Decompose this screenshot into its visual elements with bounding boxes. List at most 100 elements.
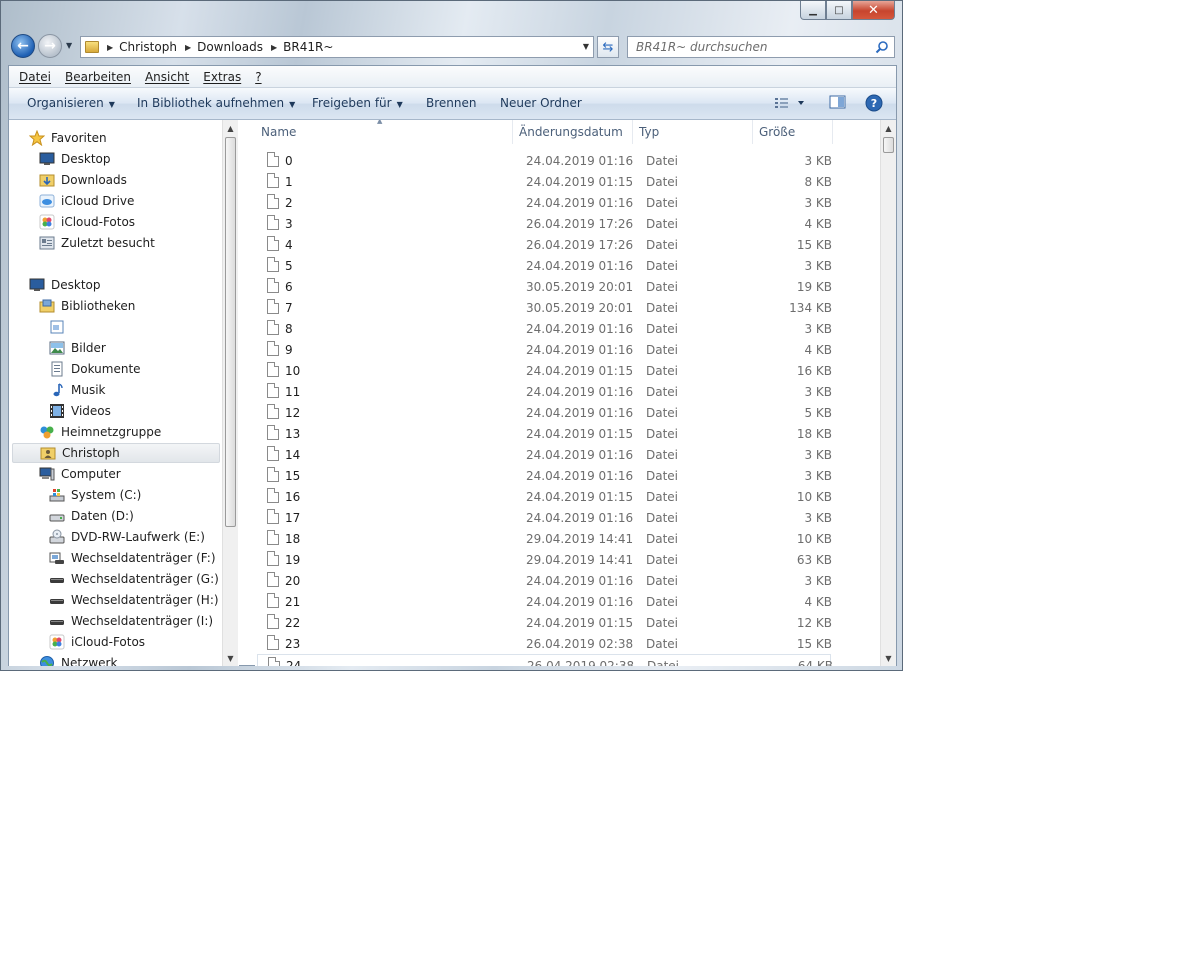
- file-row[interactable]: 1 24.04.2019 01:15 Datei 8 KB: [257, 171, 877, 192]
- sidebar-item-homegroup[interactable]: Heimnetzgruppe: [39, 422, 161, 442]
- file-row[interactable]: 0 24.04.2019 01:16 Datei 3 KB: [257, 150, 877, 171]
- menu-ansicht[interactable]: Ansicht: [145, 70, 189, 84]
- address-history-dropdown[interactable]: ▼: [583, 42, 589, 51]
- column-header-name[interactable]: ▲ Name: [255, 120, 513, 144]
- sidebar-item-icloud-photos[interactable]: iCloud-Fotos: [39, 212, 135, 232]
- sidebar-item-music[interactable]: Musik: [49, 380, 106, 400]
- scroll-down-arrow[interactable]: ▼: [881, 650, 896, 666]
- file-row[interactable]: 13 24.04.2019 01:15 Datei 18 KB: [257, 423, 877, 444]
- new-folder-button[interactable]: Neuer Ordner: [500, 96, 582, 110]
- file-row[interactable]: 22 24.04.2019 01:15 Datei 12 KB: [257, 612, 877, 633]
- file-row[interactable]: 5 24.04.2019 01:16 Datei 3 KB: [257, 255, 877, 276]
- menu-extras[interactable]: Extras: [203, 70, 241, 84]
- file-row[interactable]: 20 24.04.2019 01:16 Datei 3 KB: [257, 570, 877, 591]
- file-row[interactable]: 17 24.04.2019 01:16 Datei 3 KB: [257, 507, 877, 528]
- folder-icon: [85, 41, 99, 53]
- file-row[interactable]: 21 24.04.2019 01:16 Datei 4 KB: [257, 591, 877, 612]
- sidebar-item-desktop[interactable]: Desktop: [29, 275, 101, 295]
- column-header-size[interactable]: Größe: [753, 120, 833, 144]
- back-button[interactable]: ←: [11, 34, 35, 58]
- sidebar-item-drive-g[interactable]: Wechseldatenträger (G:): [49, 569, 219, 589]
- file-name: 22: [285, 616, 301, 630]
- search-input[interactable]: [628, 37, 884, 57]
- sidebar-item-recent-places[interactable]: Zuletzt besucht: [39, 233, 155, 253]
- column-header-date[interactable]: Änderungsdatum: [513, 120, 633, 144]
- sidebar-item-downloads[interactable]: Downloads: [39, 170, 127, 190]
- sidebar-item-libraries[interactable]: Bibliotheken: [39, 296, 135, 316]
- file-row[interactable]: 16 24.04.2019 01:15 Datei 10 KB: [257, 486, 877, 507]
- file-list-scrollbar[interactable]: ▲ ▼: [880, 120, 896, 666]
- burn-button[interactable]: Brennen: [426, 96, 476, 110]
- file-row[interactable]: 10 24.04.2019 01:15 Datei 16 KB: [257, 360, 877, 381]
- sidebar-item-icloud-drive[interactable]: iCloud Drive: [39, 191, 134, 211]
- file-type: Datei: [646, 637, 679, 651]
- file-name: 8: [285, 322, 293, 336]
- menu-datei[interactable]: Datei: [19, 70, 51, 84]
- breadcrumb-downloads[interactable]: Downloads: [197, 40, 263, 54]
- scroll-up-arrow[interactable]: ▲: [223, 120, 238, 136]
- file-row[interactable]: 23 26.04.2019 02:38 Datei 15 KB: [257, 633, 877, 654]
- sidebar-item-christoph[interactable]: Christoph: [12, 443, 220, 463]
- file-row[interactable]: 6 30.05.2019 20:01 Datei 19 KB: [257, 276, 877, 297]
- scroll-down-arrow[interactable]: ▼: [223, 650, 238, 666]
- recent-pages-dropdown[interactable]: ▼: [66, 41, 72, 50]
- minimize-button[interactable]: ▁: [800, 1, 826, 20]
- file-row[interactable]: 3 26.04.2019 17:26 Datei 4 KB: [257, 213, 877, 234]
- maximize-button[interactable]: □: [826, 1, 852, 20]
- menu-help[interactable]: ?: [255, 70, 261, 84]
- search-icon[interactable]: [875, 40, 889, 54]
- forward-button[interactable]: →: [38, 34, 62, 58]
- include-in-library-button[interactable]: In Bibliothek aufnehmen ▼: [137, 96, 295, 110]
- sidebar-item-favorites[interactable]: Favoriten: [29, 128, 107, 148]
- sidebar-item-library-unnamed[interactable]: [49, 317, 71, 337]
- address-bar[interactable]: ▶ Christoph ▶ Downloads ▶ BR41R~ ▼: [80, 36, 594, 58]
- sidebar-item-drive-i[interactable]: Wechseldatenträger (I:): [49, 611, 213, 631]
- file-row[interactable]: 7 30.05.2019 20:01 Datei 134 KB: [257, 297, 877, 318]
- sidebar-item-documents[interactable]: Dokumente: [49, 359, 141, 379]
- sidebar-item-pictures[interactable]: Bilder: [49, 338, 106, 358]
- file-row[interactable]: 4 26.04.2019 17:26 Datei 15 KB: [257, 234, 877, 255]
- help-button[interactable]: ?: [865, 94, 883, 115]
- file-type: Datei: [646, 385, 679, 399]
- chevron-right-icon[interactable]: ▶: [271, 43, 277, 52]
- file-row[interactable]: 12 24.04.2019 01:16 Datei 5 KB: [257, 402, 877, 423]
- file-row[interactable]: 2 24.04.2019 01:16 Datei 3 KB: [257, 192, 877, 213]
- file-row[interactable]: 14 24.04.2019 01:16 Datei 3 KB: [257, 444, 877, 465]
- file-row[interactable]: 24 26.04.2019 02:38 Datei 64 KB: [257, 654, 833, 666]
- navigation-row: ← → ▼ ▶ Christoph ▶ Downloads ▶ BR41R~ ▼…: [1, 31, 902, 63]
- file-row[interactable]: 8 24.04.2019 01:16 Datei 3 KB: [257, 318, 877, 339]
- chevron-right-icon[interactable]: ▶: [185, 43, 191, 52]
- view-options-button[interactable]: [774, 96, 804, 113]
- file-row[interactable]: 9 24.04.2019 01:16 Datei 4 KB: [257, 339, 877, 360]
- navigation-pane-scrollbar[interactable]: ▲ ▼: [222, 120, 238, 666]
- sidebar-item-network[interactable]: Netzwerk: [39, 653, 117, 666]
- sidebar-item-desktop-fav[interactable]: Desktop: [39, 149, 111, 169]
- arrow-right-icon: →: [44, 38, 56, 54]
- close-button[interactable]: ✕: [852, 1, 895, 20]
- sidebar-item-icloud-photos-drive[interactable]: iCloud-Fotos: [49, 632, 145, 652]
- menu-bearbeiten[interactable]: Bearbeiten: [65, 70, 131, 84]
- refresh-button[interactable]: ⇆: [597, 36, 619, 58]
- scrollbar-thumb[interactable]: [883, 137, 894, 153]
- chevron-right-icon[interactable]: ▶: [107, 43, 113, 52]
- scroll-up-arrow[interactable]: ▲: [881, 120, 896, 136]
- sidebar-item-drive-f[interactable]: Wechseldatenträger (F:): [49, 548, 216, 568]
- file-row[interactable]: 11 24.04.2019 01:16 Datei 3 KB: [257, 381, 877, 402]
- scrollbar-thumb[interactable]: [225, 137, 236, 527]
- sidebar-item-drive-e[interactable]: DVD-RW-Laufwerk (E:): [49, 527, 205, 547]
- breadcrumb-christoph[interactable]: Christoph: [119, 40, 177, 54]
- sidebar-item-drive-d[interactable]: Daten (D:): [49, 506, 134, 526]
- column-header-type[interactable]: Typ: [633, 120, 753, 144]
- organize-button[interactable]: Organisieren ▼: [27, 96, 115, 110]
- file-row[interactable]: 19 29.04.2019 14:41 Datei 63 KB: [257, 549, 877, 570]
- file-row[interactable]: 15 24.04.2019 01:16 Datei 3 KB: [257, 465, 877, 486]
- preview-pane-button[interactable]: [829, 94, 847, 113]
- file-icon: [267, 446, 279, 461]
- share-with-button[interactable]: Freigeben für ▼: [312, 96, 403, 110]
- breadcrumb-br41r[interactable]: BR41R~: [283, 40, 333, 54]
- sidebar-item-videos[interactable]: Videos: [49, 401, 111, 421]
- sidebar-item-drive-c[interactable]: System (C:): [49, 485, 141, 505]
- sidebar-item-drive-h[interactable]: Wechseldatenträger (H:): [49, 590, 219, 610]
- sidebar-item-computer[interactable]: Computer: [39, 464, 121, 484]
- file-row[interactable]: 18 29.04.2019 14:41 Datei 10 KB: [257, 528, 877, 549]
